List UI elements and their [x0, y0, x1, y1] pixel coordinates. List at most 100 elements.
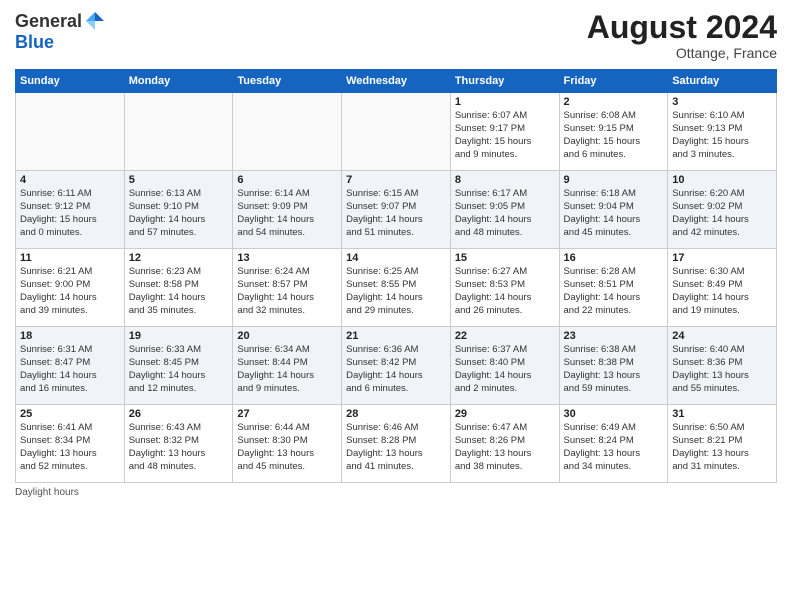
day-info: Sunrise: 6:21 AMSunset: 9:00 PMDaylight:…: [20, 266, 120, 317]
table-row: [124, 93, 233, 171]
table-row: 25 Sunrise: 6:41 AMSunset: 8:34 PMDayligh…: [16, 405, 125, 483]
table-row: 11 Sunrise: 6:21 AMSunset: 9:00 PMDayligh…: [16, 249, 125, 327]
page: General Blue August 2024 Ottange, France: [0, 0, 792, 612]
day-info: Sunrise: 6:44 AMSunset: 8:30 PMDaylight:…: [237, 422, 337, 473]
day-info: Sunrise: 6:07 AMSunset: 9:17 PMDaylight:…: [455, 110, 555, 161]
col-wednesday: Wednesday: [342, 70, 451, 93]
day-number: 27: [237, 408, 337, 420]
table-row: 19 Sunrise: 6:33 AMSunset: 8:45 PMDayligh…: [124, 327, 233, 405]
day-number: 16: [564, 252, 664, 264]
day-info: Sunrise: 6:28 AMSunset: 8:51 PMDaylight:…: [564, 266, 664, 317]
day-info: Sunrise: 6:43 AMSunset: 8:32 PMDaylight:…: [129, 422, 229, 473]
day-number: 22: [455, 330, 555, 342]
table-row: 5 Sunrise: 6:13 AMSunset: 9:10 PMDaylight…: [124, 171, 233, 249]
logo-general-text: General: [15, 11, 82, 32]
day-info: Sunrise: 6:37 AMSunset: 8:40 PMDaylight:…: [455, 344, 555, 395]
table-row: 3Sunrise: 6:10 AMSunset: 9:13 PMDaylight…: [668, 93, 777, 171]
day-number: 12: [129, 252, 229, 264]
day-number: 14: [346, 252, 446, 264]
calendar-table: Sunday Monday Tuesday Wednesday Thursday…: [15, 69, 777, 483]
day-number: 26: [129, 408, 229, 420]
table-row: 2 Sunrise: 6:08 AMSunset: 9:15 PMDaylight…: [559, 93, 668, 171]
day-number: 29: [455, 408, 555, 420]
logo: General Blue: [15, 10, 106, 53]
table-row: 17 Sunrise: 6:30 AMSunset: 8:49 PMDayligh…: [668, 249, 777, 327]
day-number: 21: [346, 330, 446, 342]
day-number: 11: [20, 252, 120, 264]
calendar-header-row: Sunday Monday Tuesday Wednesday Thursday…: [16, 70, 777, 93]
table-row: [16, 93, 125, 171]
calendar-week-row: 1 Sunrise: 6:07 AMSunset: 9:17 PMDaylight…: [16, 93, 777, 171]
day-number: 3: [672, 96, 772, 108]
day-number: 28: [346, 408, 446, 420]
day-info: Sunrise: 6:11 AMSunset: 9:12 PMDaylight:…: [20, 188, 120, 239]
day-info: Sunrise: 6:40 AMSunset: 8:36 PMDaylight:…: [672, 344, 772, 395]
day-info: Sunrise: 6:13 AMSunset: 9:10 PMDaylight:…: [129, 188, 229, 239]
day-number: 1: [455, 96, 555, 108]
table-row: 7 Sunrise: 6:15 AMSunset: 9:07 PMDaylight…: [342, 171, 451, 249]
footer: Daylight hours: [15, 487, 777, 498]
day-info: Sunrise: 6:25 AMSunset: 8:55 PMDaylight:…: [346, 266, 446, 317]
day-number: 10: [672, 174, 772, 186]
logo-flag-icon: [84, 10, 106, 32]
day-info: Sunrise: 6:46 AMSunset: 8:28 PMDaylight:…: [346, 422, 446, 473]
day-info: Sunrise: 6:15 AMSunset: 9:07 PMDaylight:…: [346, 188, 446, 239]
day-info: Sunrise: 6:38 AMSunset: 8:38 PMDaylight:…: [564, 344, 664, 395]
day-number: 19: [129, 330, 229, 342]
logo-blue-text: Blue: [15, 32, 54, 52]
day-info: Sunrise: 6:17 AMSunset: 9:05 PMDaylight:…: [455, 188, 555, 239]
day-number: 9: [564, 174, 664, 186]
day-number: 31: [672, 408, 772, 420]
day-number: 25: [20, 408, 120, 420]
day-number: 8: [455, 174, 555, 186]
month-year-title: August 2024: [587, 10, 777, 45]
table-row: 12 Sunrise: 6:23 AMSunset: 8:58 PMDayligh…: [124, 249, 233, 327]
day-number: 15: [455, 252, 555, 264]
day-info: Sunrise: 6:14 AMSunset: 9:09 PMDaylight:…: [237, 188, 337, 239]
table-row: 18 Sunrise: 6:31 AMSunset: 8:47 PMDayligh…: [16, 327, 125, 405]
day-info: Sunrise: 6:23 AMSunset: 8:58 PMDaylight:…: [129, 266, 229, 317]
day-number: 4: [20, 174, 120, 186]
table-row: [342, 93, 451, 171]
day-info: Sunrise: 6:47 AMSunset: 8:26 PMDaylight:…: [455, 422, 555, 473]
day-number: 2: [564, 96, 664, 108]
day-info: Sunrise: 6:30 AMSunset: 8:49 PMDaylight:…: [672, 266, 772, 317]
day-number: 13: [237, 252, 337, 264]
col-monday: Monday: [124, 70, 233, 93]
day-number: 23: [564, 330, 664, 342]
day-number: 24: [672, 330, 772, 342]
table-row: 15Sunrise: 6:27 AMSunset: 8:53 PMDayligh…: [450, 249, 559, 327]
day-info: Sunrise: 6:31 AMSunset: 8:47 PMDaylight:…: [20, 344, 120, 395]
title-block: August 2024 Ottange, France: [587, 10, 777, 61]
col-sunday: Sunday: [16, 70, 125, 93]
table-row: 20Sunrise: 6:34 AMSunset: 8:44 PMDayligh…: [233, 327, 342, 405]
day-info: Sunrise: 6:49 AMSunset: 8:24 PMDaylight:…: [564, 422, 664, 473]
table-row: 27 Sunrise: 6:44 AMSunset: 8:30 PMDayligh…: [233, 405, 342, 483]
table-row: 8 Sunrise: 6:17 AMSunset: 9:05 PMDaylight…: [450, 171, 559, 249]
table-row: 21 Sunrise: 6:36 AMSunset: 8:42 PMDayligh…: [342, 327, 451, 405]
day-number: 7: [346, 174, 446, 186]
day-info: Sunrise: 6:33 AMSunset: 8:45 PMDaylight:…: [129, 344, 229, 395]
day-number: 30: [564, 408, 664, 420]
day-info: Sunrise: 6:08 AMSunset: 9:15 PMDaylight:…: [564, 110, 664, 161]
header: General Blue August 2024 Ottange, France: [15, 10, 777, 61]
day-info: Sunrise: 6:41 AMSunset: 8:34 PMDaylight:…: [20, 422, 120, 473]
day-number: 17: [672, 252, 772, 264]
footer-label: Daylight hours: [15, 487, 79, 498]
table-row: 22 Sunrise: 6:37 AMSunset: 8:40 PMDayligh…: [450, 327, 559, 405]
calendar-week-row: 25 Sunrise: 6:41 AMSunset: 8:34 PMDayligh…: [16, 405, 777, 483]
table-row: 23 Sunrise: 6:38 AMSunset: 8:38 PMDayligh…: [559, 327, 668, 405]
table-row: 28 Sunrise: 6:46 AMSunset: 8:28 PMDayligh…: [342, 405, 451, 483]
day-number: 20: [237, 330, 337, 342]
table-row: 1 Sunrise: 6:07 AMSunset: 9:17 PMDaylight…: [450, 93, 559, 171]
table-row: 4 Sunrise: 6:11 AMSunset: 9:12 PMDaylight…: [16, 171, 125, 249]
table-row: [233, 93, 342, 171]
day-number: 5: [129, 174, 229, 186]
table-row: 16 Sunrise: 6:28 AMSunset: 8:51 PMDayligh…: [559, 249, 668, 327]
day-info: Sunrise: 6:36 AMSunset: 8:42 PMDaylight:…: [346, 344, 446, 395]
calendar-week-row: 18 Sunrise: 6:31 AMSunset: 8:47 PMDayligh…: [16, 327, 777, 405]
table-row: 29 Sunrise: 6:47 AMSunset: 8:26 PMDayligh…: [450, 405, 559, 483]
day-number: 6: [237, 174, 337, 186]
col-friday: Friday: [559, 70, 668, 93]
day-number: 18: [20, 330, 120, 342]
